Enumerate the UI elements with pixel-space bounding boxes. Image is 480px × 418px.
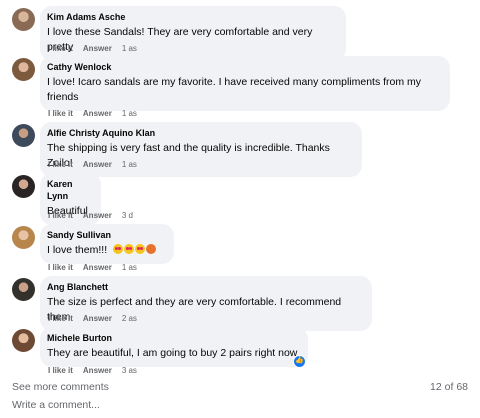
answer-link[interactable]: Answer [83, 314, 112, 324]
comment-time[interactable]: 3 as [122, 366, 137, 376]
comment-actions: I like it Answer 3 as [48, 366, 137, 376]
avatar[interactable] [12, 278, 35, 301]
comment-text: They are beautiful, I am going to buy 2 … [47, 347, 298, 359]
comment-actions: I like it Answer 2 as [48, 314, 137, 324]
commenter-name[interactable]: Karen Lynn [47, 178, 93, 202]
answer-link[interactable]: Answer [83, 211, 112, 221]
like-link[interactable]: I like it [48, 109, 73, 119]
comment-actions: I like it Answer 1 as [48, 44, 137, 54]
like-link[interactable]: I like it [48, 263, 73, 273]
like-link[interactable]: I like it [48, 314, 73, 324]
write-comment-input[interactable]: Write a comment... [12, 399, 100, 411]
commenter-name[interactable]: Cathy Wenlock [47, 61, 442, 73]
commenter-name[interactable]: Sandy Sullivan [47, 229, 166, 241]
comment-actions: I like it Answer 1 as [48, 263, 137, 273]
comment-time[interactable]: 1 as [122, 44, 137, 54]
answer-link[interactable]: Answer [83, 109, 112, 119]
comment-time[interactable]: 1 as [122, 109, 137, 119]
comment-text: I love them!!! [47, 243, 166, 258]
comment-time[interactable]: 1 as [122, 160, 137, 170]
avatar[interactable] [12, 226, 35, 249]
commenter-name[interactable]: Michele Burton [47, 332, 300, 344]
avatar[interactable] [12, 124, 35, 147]
avatar[interactable] [12, 58, 35, 81]
comment-bubble: Michele Burton They are beautiful, I am … [40, 327, 308, 367]
avatar[interactable] [12, 175, 35, 198]
heart-eyes-emoji-icon [124, 244, 135, 254]
avatar[interactable] [12, 329, 35, 352]
like-link[interactable]: I like it [48, 160, 73, 170]
answer-link[interactable]: Answer [83, 44, 112, 54]
avatar[interactable] [12, 8, 35, 31]
like-link[interactable]: I like it [48, 211, 73, 221]
like-link[interactable]: I like it [48, 44, 73, 54]
comment-time[interactable]: 3 d [122, 211, 133, 221]
like-link[interactable]: I like it [48, 366, 73, 376]
comment-text: I love! Icaro sandals are my favorite. I… [47, 76, 422, 103]
commenter-name[interactable]: Kim Adams Asche [47, 11, 338, 23]
comment-bubble: Sandy Sullivan I love them!!! [40, 224, 174, 264]
answer-link[interactable]: Answer [83, 160, 112, 170]
answer-link[interactable]: Answer [83, 263, 112, 273]
heart-eyes-emoji-icon [113, 244, 124, 254]
comment-time[interactable]: 1 as [122, 263, 137, 273]
comment-text-body: I love them!!! [47, 244, 108, 256]
heart-eyes-emoji-icon [135, 244, 146, 254]
like-reaction-icon[interactable]: 👍 [293, 355, 306, 368]
comment-time[interactable]: 2 as [122, 314, 137, 324]
comment-actions: I like it Answer 3 d [48, 211, 133, 221]
answer-link[interactable]: Answer [83, 366, 112, 376]
comment-actions: I like it Answer 1 as [48, 109, 137, 119]
commenter-name[interactable]: Alfie Christy Aquino Klan [47, 127, 354, 139]
comment-bubble: Cathy Wenlock I love! Icaro sandals are … [40, 56, 450, 111]
see-more-comments-link[interactable]: See more comments [12, 381, 109, 393]
comment-count: 12 of 68 [430, 381, 468, 393]
pouting-emoji-icon [146, 244, 157, 254]
comment-actions: I like it Answer 1 as [48, 160, 137, 170]
commenter-name[interactable]: Ang Blanchett [47, 281, 364, 293]
